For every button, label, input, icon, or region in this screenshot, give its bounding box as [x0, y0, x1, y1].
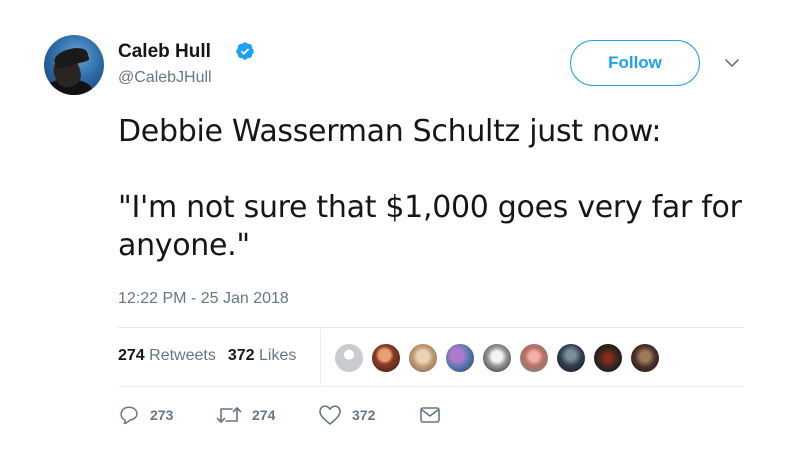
liker-avatar[interactable] — [445, 343, 475, 373]
likes-count: 372 — [227, 347, 255, 364]
liker-avatar[interactable] — [593, 343, 623, 373]
author-handle[interactable]: @CalebJHull — [118, 69, 212, 87]
verified-badge-icon — [236, 42, 254, 60]
tweet-timestamp[interactable]: 12:22 PM - 25 Jan 2018 — [118, 290, 289, 308]
liker-avatar[interactable] — [334, 343, 364, 373]
engagement-stats: 274 Retweets 372 Likes — [118, 347, 308, 365]
reply-count: 273 — [150, 407, 174, 423]
like-count: 372 — [352, 407, 376, 423]
liker-avatar[interactable] — [482, 343, 512, 373]
envelope-icon — [420, 407, 440, 423]
liker-avatar[interactable] — [556, 343, 586, 373]
liker-avatar[interactable] — [371, 343, 401, 373]
divider-bottom — [118, 386, 744, 387]
divider-top — [118, 327, 744, 328]
tweet-card: Caleb Hull @CalebJHull Follow Debbie Was… — [0, 0, 786, 458]
reply-button[interactable]: 273 — [118, 404, 173, 426]
likes-label: Likes — [259, 347, 297, 364]
retweets-label: Retweets — [149, 347, 216, 364]
author-name[interactable]: Caleb Hull — [118, 41, 211, 63]
retweet-count: 274 — [252, 407, 276, 423]
liker-avatar[interactable] — [408, 343, 438, 373]
like-button[interactable]: 372 — [318, 404, 375, 426]
liker-avatar[interactable] — [519, 343, 549, 373]
reply-icon — [120, 406, 138, 425]
liker-avatar[interactable] — [630, 343, 660, 373]
retweets-stat[interactable]: 274 Retweets — [118, 347, 216, 365]
retweet-icon — [216, 407, 242, 423]
author-avatar[interactable] — [44, 35, 104, 95]
chevron-down-icon[interactable] — [722, 55, 742, 71]
stats-divider — [320, 329, 321, 385]
tweet-text: Debbie Wasserman Schultz just now: "I'm … — [118, 114, 742, 263]
direct-message-button[interactable] — [418, 404, 442, 426]
retweets-count: 274 — [118, 347, 145, 364]
follow-button[interactable]: Follow — [570, 40, 700, 86]
retweet-button[interactable]: 274 — [216, 404, 275, 426]
likes-stat[interactable]: 372 Likes — [228, 347, 297, 365]
heart-icon — [319, 405, 341, 425]
